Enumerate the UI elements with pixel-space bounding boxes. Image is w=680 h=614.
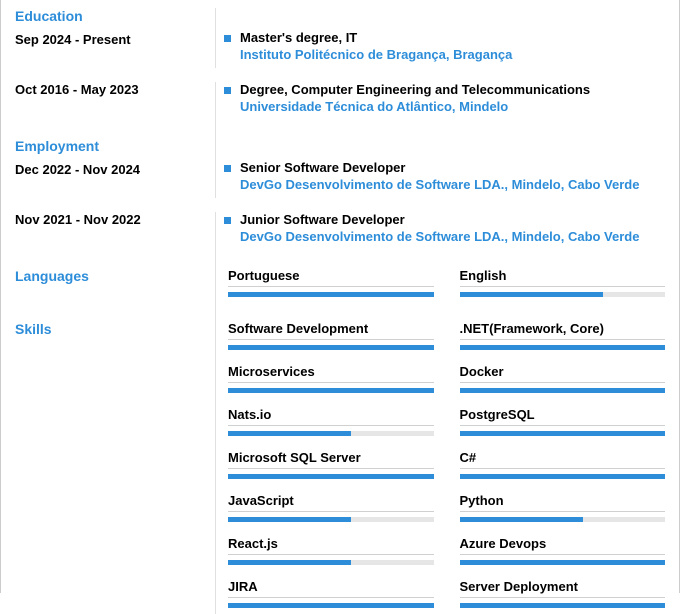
- skill-bar-track: [460, 431, 666, 436]
- bullet-icon: [224, 217, 231, 224]
- skill-bar-track: [228, 474, 434, 479]
- skill-bar-fill: [228, 431, 351, 436]
- skill-bar-track: [228, 603, 434, 608]
- skill-name: Docker: [460, 364, 666, 383]
- skill-name: Microservices: [228, 364, 434, 383]
- skill-name: PostgreSQL: [460, 407, 666, 426]
- bullet-icon: [224, 87, 231, 94]
- skill-name: Python: [460, 493, 666, 512]
- entry-dates: Sep 2024 - Present: [15, 32, 205, 47]
- skill-bar-track: [228, 345, 434, 350]
- skill-bar-fill: [460, 388, 666, 393]
- skill-item: Nats.io: [228, 407, 434, 436]
- skill-name: JavaScript: [228, 493, 434, 512]
- skill-item: C#: [460, 450, 666, 479]
- section-title-skills: Skills: [15, 321, 205, 337]
- skill-bar-fill: [228, 388, 434, 393]
- skill-item: English: [460, 268, 666, 297]
- bullet-icon: [224, 165, 231, 172]
- section-education: Education Sep 2024 - Present Master's de…: [1, 0, 679, 120]
- skill-bar-fill: [460, 517, 583, 522]
- skill-item: JIRA: [228, 579, 434, 608]
- entry-dates: Nov 2021 - Nov 2022: [15, 212, 205, 227]
- skill-name: English: [460, 268, 666, 287]
- skill-item: Python: [460, 493, 666, 522]
- skill-bar-track: [460, 345, 666, 350]
- skill-name: .NET(Framework, Core): [460, 321, 666, 340]
- resume-page: Education Sep 2024 - Present Master's de…: [0, 0, 680, 593]
- skills-list: Software Development .NET(Framework, Core…: [228, 321, 665, 608]
- skill-bar-track: [228, 388, 434, 393]
- bullet-icon: [224, 35, 231, 42]
- entry-title: Junior Software Developer: [240, 212, 665, 227]
- skill-bar-fill: [460, 603, 666, 608]
- skill-item: Server Deployment: [460, 579, 666, 608]
- skill-bar-fill: [228, 517, 351, 522]
- entry-title: Senior Software Developer: [240, 160, 665, 175]
- skill-bar-track: [460, 292, 666, 297]
- skill-item: Microsoft SQL Server: [228, 450, 434, 479]
- skill-bar-track: [228, 560, 434, 565]
- skill-name: Microsoft SQL Server: [228, 450, 434, 469]
- skill-item: React.js: [228, 536, 434, 565]
- skill-bar-track: [228, 292, 434, 297]
- skill-bar-track: [228, 431, 434, 436]
- section-title-education: Education: [15, 8, 205, 24]
- skill-bar-fill: [460, 560, 666, 565]
- section-title-employment: Employment: [15, 138, 205, 154]
- entry-subtitle: DevGo Desenvolvimento de Software LDA., …: [240, 229, 665, 244]
- skill-bar-fill: [460, 345, 666, 350]
- skill-bar-fill: [460, 474, 666, 479]
- section-languages: Languages Portuguese English: [1, 268, 679, 303]
- entry-dates: Dec 2022 - Nov 2024: [15, 162, 205, 177]
- entry-title: Degree, Computer Engineering and Telecom…: [240, 82, 665, 97]
- skill-bar-fill: [228, 292, 434, 297]
- skill-bar-track: [460, 517, 666, 522]
- skill-item: JavaScript: [228, 493, 434, 522]
- skill-bar-fill: [460, 431, 666, 436]
- skill-item: Microservices: [228, 364, 434, 393]
- skill-name: Software Development: [228, 321, 434, 340]
- entry-subtitle: DevGo Desenvolvimento de Software LDA., …: [240, 177, 665, 192]
- skill-bar-track: [460, 560, 666, 565]
- skill-bar-fill: [460, 292, 604, 297]
- skill-bar-track: [228, 517, 434, 522]
- entry-title: Master's degree, IT: [240, 30, 665, 45]
- skill-item: Portuguese: [228, 268, 434, 297]
- skill-name: Server Deployment: [460, 579, 666, 598]
- skill-item: Docker: [460, 364, 666, 393]
- skill-bar-track: [460, 603, 666, 608]
- skill-item: Azure Devops: [460, 536, 666, 565]
- languages-list: Portuguese English: [228, 268, 665, 297]
- skill-name: Portuguese: [228, 268, 434, 287]
- skill-name: JIRA: [228, 579, 434, 598]
- entry-subtitle: Universidade Técnica do Atlântico, Minde…: [240, 99, 665, 114]
- skill-name: Azure Devops: [460, 536, 666, 555]
- skill-bar-fill: [228, 560, 351, 565]
- skill-name: Nats.io: [228, 407, 434, 426]
- section-skills: Skills Software Development .NET(Framewor…: [1, 321, 679, 614]
- section-title-languages: Languages: [15, 268, 205, 284]
- skill-bar-fill: [228, 603, 434, 608]
- section-employment: Employment Dec 2022 - Nov 2024 Senior So…: [1, 138, 679, 250]
- skill-name: C#: [460, 450, 666, 469]
- entry-dates: Oct 2016 - May 2023: [15, 82, 205, 97]
- skill-item: .NET(Framework, Core): [460, 321, 666, 350]
- skill-bar-track: [460, 474, 666, 479]
- skill-item: Software Development: [228, 321, 434, 350]
- entry-subtitle: Instituto Politécnico de Bragança, Braga…: [240, 47, 665, 62]
- skill-bar-track: [460, 388, 666, 393]
- skill-name: React.js: [228, 536, 434, 555]
- skill-bar-fill: [228, 474, 434, 479]
- skill-bar-fill: [228, 345, 434, 350]
- skill-item: PostgreSQL: [460, 407, 666, 436]
